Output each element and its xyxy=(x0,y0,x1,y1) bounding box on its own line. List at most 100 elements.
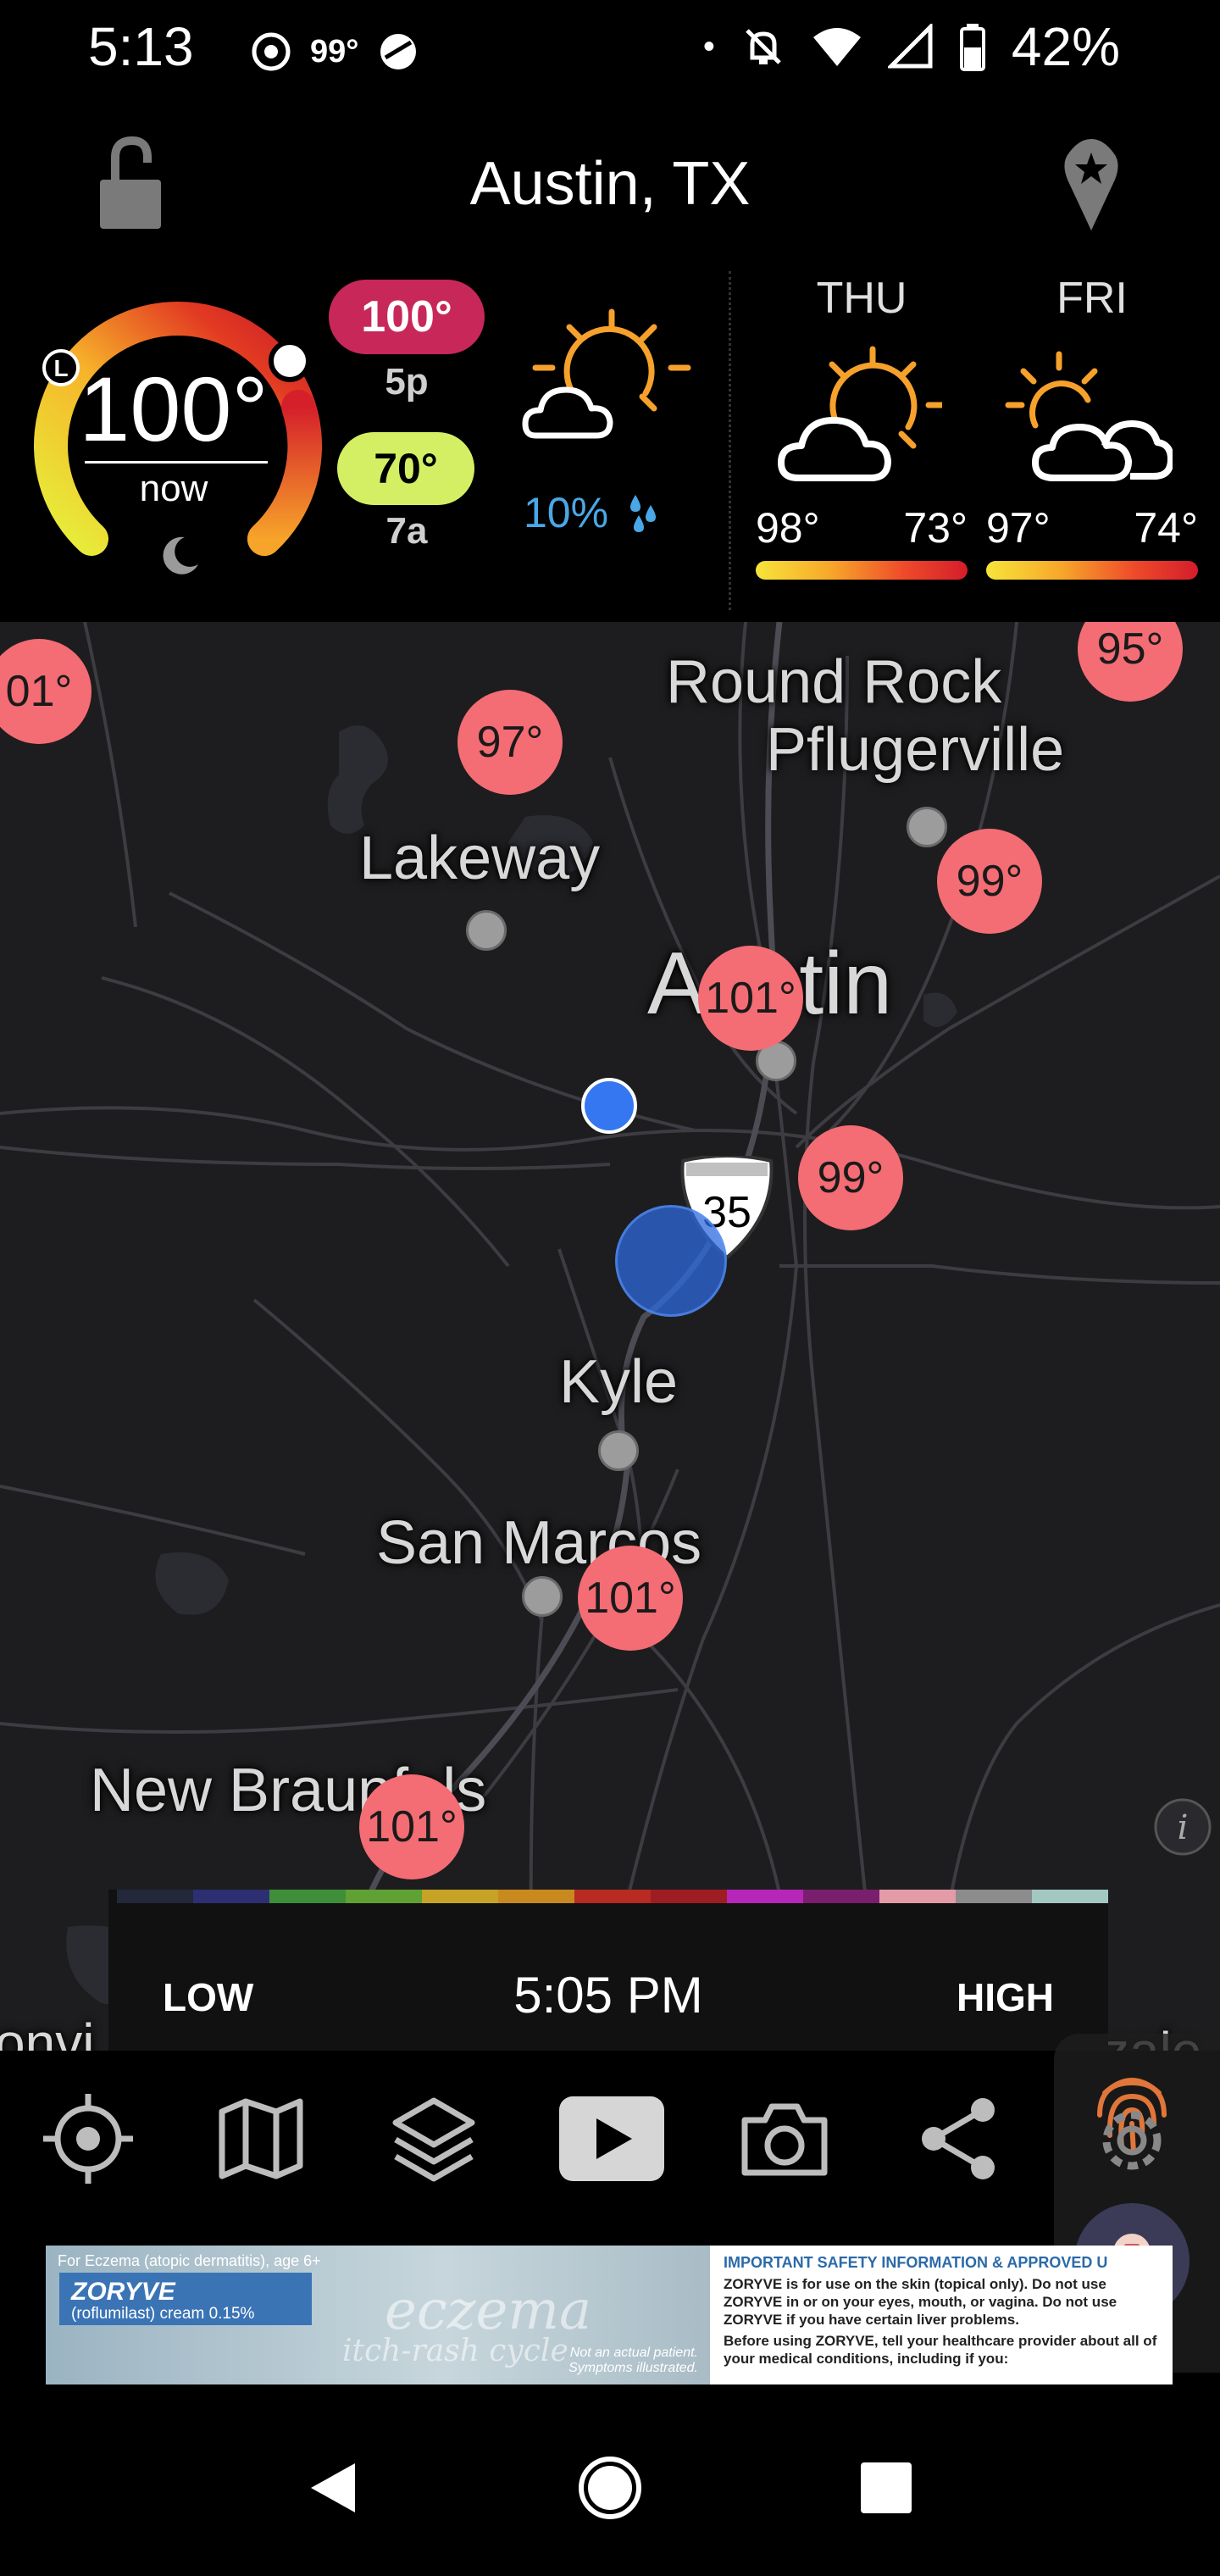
forecast-temp-bar xyxy=(756,561,968,580)
podcast-icon xyxy=(380,34,417,69)
system-nav-bar xyxy=(0,2398,1220,2576)
temp-bubble[interactable]: 101° xyxy=(698,946,803,1051)
forecast-low: 73° xyxy=(903,504,968,552)
forecast-temps: 97° 74° xyxy=(986,503,1198,552)
city-marker[interactable] xyxy=(522,1576,563,1617)
notifications-off-icon xyxy=(746,29,781,64)
status-dot: • xyxy=(702,27,715,65)
legend-color-segment xyxy=(727,1890,803,1903)
gauge-divider xyxy=(85,461,268,464)
mostly-cloudy-icon xyxy=(1005,351,1173,481)
high-temp-badge: 100° xyxy=(329,280,485,354)
ad-image-panel[interactable]: For Eczema (atopic dermatitis), age 6+ Z… xyxy=(46,2246,710,2384)
svg-text:i: i xyxy=(1178,1808,1189,1847)
forecast-high: 97° xyxy=(986,504,1051,552)
map-toolbar xyxy=(0,2051,1220,2229)
status-notification-icons: 99° xyxy=(251,31,419,73)
legend-color-segment xyxy=(498,1890,574,1903)
radar-legend[interactable]: LOW 5:05 PM HIGH xyxy=(108,1890,1108,2051)
share-icon xyxy=(922,2098,995,2179)
forecast-day-name: THU xyxy=(816,274,907,323)
battery-percent: 42% xyxy=(1011,16,1120,77)
map-roads xyxy=(0,622,1220,2051)
temp-bubble[interactable]: 101° xyxy=(578,1546,683,1651)
temp-bubble[interactable]: 99° xyxy=(937,829,1042,934)
ad-word-secondary: itch-rash cycle xyxy=(342,2334,568,2368)
city-marker[interactable] xyxy=(598,1430,639,1471)
current-temperature: 100° xyxy=(79,358,269,460)
ad-safety-info[interactable]: IMPORTANT SAFETY INFORMATION & APPROVED … xyxy=(710,2246,1173,2384)
city-title[interactable]: Austin, TX xyxy=(0,149,1220,219)
forecast-day-fri[interactable]: FRI 97° 74° xyxy=(986,273,1198,580)
raindrops-icon xyxy=(630,495,657,532)
status-bar: 5:13 99° • 42% xyxy=(0,0,1220,102)
ad-headline: IMPORTANT SAFETY INFORMATION & APPROVED … xyxy=(724,2254,1108,2271)
locate-icon xyxy=(43,2094,133,2184)
precip-value: 10% xyxy=(524,489,609,536)
layers-button[interactable] xyxy=(383,2088,485,2190)
settings-icon xyxy=(1102,2111,1162,2170)
ad-brand-name: ZORYVE xyxy=(71,2278,175,2306)
moon-icon xyxy=(163,536,198,575)
legend-color-segment xyxy=(346,1890,422,1903)
status-system-icons: • 42% xyxy=(703,15,1120,78)
wifi-icon xyxy=(812,28,861,66)
back-icon xyxy=(311,2463,355,2512)
ad-brand-sub: (roflumilast) cream 0.15% xyxy=(71,2305,255,2323)
home-button[interactable] xyxy=(568,2446,652,2530)
status-time: 5:13 xyxy=(88,16,194,77)
ad-body-text: ZORYVE is for use on the skin (topical o… xyxy=(724,2276,1117,2328)
back-button[interactable] xyxy=(291,2446,376,2530)
ad-tagline: For Eczema (atopic dermatitis), age 6+ xyxy=(58,2252,321,2269)
battery-icon xyxy=(959,24,985,71)
share-button[interactable] xyxy=(908,2088,1010,2190)
map-place-round-rock: Round Rock xyxy=(666,648,1002,716)
temp-bubble[interactable]: 97° xyxy=(458,690,563,795)
current-label: now xyxy=(139,468,208,509)
ad-banner[interactable]: For Eczema (atopic dermatitis), age 6+ Z… xyxy=(46,2246,1173,2384)
legend-color-segment xyxy=(193,1890,269,1903)
chrome-icon xyxy=(252,32,291,71)
legend-color-segment xyxy=(269,1890,346,1903)
city-marker[interactable] xyxy=(907,807,947,847)
weather-header: Austin, TX L 100° now 100° 5p 70° 7a 10%… xyxy=(0,102,1220,705)
ad-disclaimer: Not an actual patient. Symptoms illustra… xyxy=(568,2346,698,2376)
precipitation-chance: 10% xyxy=(524,488,661,537)
map-place-kyle: Kyle xyxy=(559,1348,679,1416)
forecast-low: 74° xyxy=(1134,504,1198,552)
legend-high-label: HIGH xyxy=(957,1975,1054,2019)
play-icon xyxy=(596,2118,632,2159)
city-marker[interactable] xyxy=(466,910,507,951)
layers-icon xyxy=(392,2097,475,2182)
low-temp-time: 7a xyxy=(385,510,428,552)
ad-disclaimer-line: Not an actual patient. xyxy=(569,2346,698,2360)
info-icon[interactable]: i xyxy=(1152,1796,1213,1857)
recents-button[interactable] xyxy=(844,2446,929,2530)
high-temp-time: 5p xyxy=(385,361,429,402)
partly-sunny-icon xyxy=(778,346,942,481)
legend-color-segment xyxy=(956,1890,1032,1903)
radar-map[interactable]: Round Rock Pflugerville Lakeway Austin K… xyxy=(0,622,1220,2051)
forecast-temp-bar xyxy=(986,561,1198,580)
settings-button[interactable] xyxy=(1081,2090,1183,2191)
map-type-button[interactable] xyxy=(210,2088,312,2190)
ad-body-text: Before using ZORYVE, tell your healthcar… xyxy=(724,2333,1157,2367)
current-location-dot[interactable] xyxy=(581,1078,637,1134)
ad-disclaimer-line: Symptoms illustrated. xyxy=(568,2361,698,2375)
status-temp: 99° xyxy=(310,33,359,69)
map-icon xyxy=(219,2098,303,2179)
camera-icon xyxy=(741,2103,828,2176)
camera-button[interactable] xyxy=(734,2088,835,2190)
temp-bubble[interactable]: 99° xyxy=(798,1125,903,1230)
legend-color-segment xyxy=(117,1890,193,1903)
forecast-day-thu[interactable]: THU 98° 73° xyxy=(756,273,968,580)
play-animation-button[interactable] xyxy=(559,2096,664,2181)
locate-button[interactable] xyxy=(37,2088,139,2190)
location-pin-icon[interactable] xyxy=(1061,137,1122,232)
temp-bubble[interactable]: 101° xyxy=(359,1774,464,1879)
legend-color-segment xyxy=(803,1890,879,1903)
legend-color-bar xyxy=(117,1890,1108,1903)
map-place-pflugerville: Pflugerville xyxy=(766,716,1065,784)
home-icon xyxy=(579,2457,641,2519)
forecast-temps: 98° 73° xyxy=(756,503,968,552)
